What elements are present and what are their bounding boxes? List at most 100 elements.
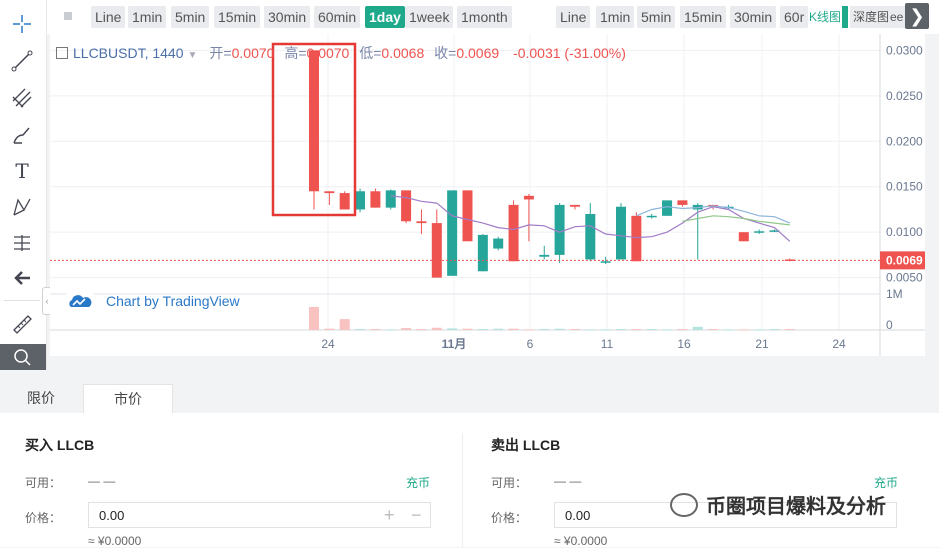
- low-value: 0.0068: [381, 45, 425, 61]
- candle-body: [370, 191, 381, 208]
- interval-5min[interactable]: 5min: [171, 6, 210, 28]
- volume-bar: [585, 329, 596, 331]
- crosshair-icon[interactable]: [6, 10, 38, 38]
- tab-kline[interactable]: K线图: [806, 6, 844, 28]
- interval-1month[interactable]: 1month: [457, 6, 512, 28]
- volume-bar: [616, 329, 626, 331]
- low-label: 低: [359, 45, 374, 61]
- ruler-icon[interactable]: [6, 310, 38, 338]
- tradingview-label: Chart by TradingView: [106, 293, 240, 309]
- volume-bar: [600, 329, 611, 331]
- volume-bar: [447, 328, 458, 330]
- tab-overflow[interactable]: ee: [888, 6, 906, 28]
- interval-bar: Line 1min 5min 15min 30min 60min 1day 1week 1mon…: [0, 0, 939, 34]
- candle-body: [447, 190, 458, 276]
- candle-body: [508, 204, 519, 262]
- text-tool-icon[interactable]: T: [6, 157, 38, 185]
- candle-body: [355, 191, 366, 210]
- interval-1day[interactable]: 1day: [365, 6, 405, 28]
- symbol-label[interactable]: LLCBUSDT, 1440: [73, 45, 184, 61]
- buy-price-plus-icon[interactable]: +: [384, 502, 395, 528]
- close-label: 收: [434, 45, 449, 61]
- wechat-watermark-label: 币圈项目爆料及分析: [706, 496, 886, 518]
- sell-heading: 卖出 LLCB: [491, 437, 561, 453]
- candle-body: [539, 254, 550, 257]
- volume-bar: [339, 319, 350, 330]
- candle-body: [600, 261, 611, 263]
- time-tick-label: 21: [755, 337, 769, 351]
- wechat-watermark: 币圈项目爆料及分析: [670, 490, 886, 519]
- volume-bar: [708, 329, 719, 331]
- buy-available-value: — —: [88, 474, 116, 488]
- high-label: 高: [284, 45, 299, 61]
- interval-60min[interactable]: 60min: [314, 6, 361, 28]
- change-value: -0.0031 (-31.00%): [513, 45, 626, 61]
- candle-body: [616, 206, 626, 260]
- sell-approx-value: ≈ ¥0.0000: [554, 534, 608, 548]
- tab-depth[interactable]: 深度图: [850, 6, 893, 28]
- price-tick-label: 0.0250: [886, 89, 923, 103]
- buy-heading: 买入 LLCB: [25, 437, 95, 453]
- buy-deposit-link[interactable]: 充币: [406, 474, 430, 491]
- volume-bar: [738, 329, 749, 331]
- candle-body: [339, 193, 350, 210]
- volume-bar: [477, 329, 488, 331]
- brush-icon[interactable]: [6, 121, 38, 149]
- tab-limit-order[interactable]: 限价: [0, 384, 82, 413]
- sell-available-label: 可用：: [491, 476, 528, 490]
- candle-body: [477, 234, 488, 272]
- time-tick-label: 24: [321, 337, 335, 351]
- buy-price-minus-icon[interactable]: −: [411, 502, 422, 528]
- candle-body: [309, 50, 319, 192]
- volume-bar: [754, 329, 765, 331]
- collapse-panel-button[interactable]: ❯: [905, 3, 929, 29]
- tradingview-watermark[interactable]: Chart by TradingView: [64, 290, 240, 312]
- volume-bar: [355, 329, 366, 331]
- interval-right-60r[interactable]: 60r: [780, 6, 808, 28]
- wechat-icon: [670, 492, 698, 517]
- candle-body: [754, 231, 765, 233]
- tab-market-order[interactable]: 市价: [83, 384, 173, 414]
- interval-30min[interactable]: 30min: [264, 6, 311, 28]
- volume-bar: [662, 329, 673, 331]
- pattern-icon[interactable]: [6, 193, 38, 221]
- interval-right-5min[interactable]: 5min: [637, 6, 676, 28]
- order-panel: 买入 LLCB 可用： — — 充币 价格： 0.00 + − ≈ ¥0.000…: [0, 413, 939, 548]
- interval-right-30min[interactable]: 30min: [730, 6, 777, 28]
- candle-body: [416, 221, 427, 224]
- symbol-dropdown-icon[interactable]: ▼: [188, 50, 198, 61]
- interval-15min[interactable]: 15min: [214, 6, 261, 28]
- order-type-tabs: 限价 市价: [0, 384, 939, 414]
- interval-line[interactable]: Line: [91, 6, 126, 28]
- trend-line-icon[interactable]: [6, 47, 38, 75]
- buy-available-label: 可用：: [25, 476, 62, 490]
- zoom-icon[interactable]: [0, 344, 46, 370]
- buy-price-label: 价格：: [25, 511, 62, 525]
- back-arrow-icon[interactable]: [6, 264, 38, 292]
- volume-bar: [416, 329, 427, 331]
- open-label: 开: [209, 45, 224, 61]
- candle-body: [677, 200, 688, 205]
- interval-right-line[interactable]: Line: [556, 6, 591, 28]
- legend-settings-icon[interactable]: [56, 47, 68, 59]
- fib-channel-icon[interactable]: [6, 84, 38, 112]
- interval-1week[interactable]: 1week: [405, 6, 454, 28]
- measure-icon[interactable]: [6, 229, 38, 257]
- tab-kline-active-marker: [842, 6, 848, 28]
- interval-1min[interactable]: 1min: [128, 6, 167, 28]
- interval-right-15min[interactable]: 15min: [680, 6, 727, 28]
- volume-bar: [309, 306, 319, 330]
- volume-bar: [631, 329, 642, 331]
- close-value: 0.0069: [456, 45, 500, 61]
- interval-right-1min[interactable]: 1min: [596, 6, 635, 28]
- candle-body: [738, 232, 749, 242]
- drawing-toolbar: T: [0, 0, 47, 370]
- volume-bar: [370, 329, 381, 331]
- open-value: 0.0070: [231, 45, 275, 61]
- buy-price-input[interactable]: 0.00: [88, 502, 431, 528]
- volume-bar: [539, 329, 550, 331]
- candle-body: [554, 204, 565, 255]
- interval-bar-handle[interactable]: [64, 12, 72, 20]
- panel-divider: [462, 433, 463, 547]
- sell-deposit-link[interactable]: 充币: [874, 474, 898, 491]
